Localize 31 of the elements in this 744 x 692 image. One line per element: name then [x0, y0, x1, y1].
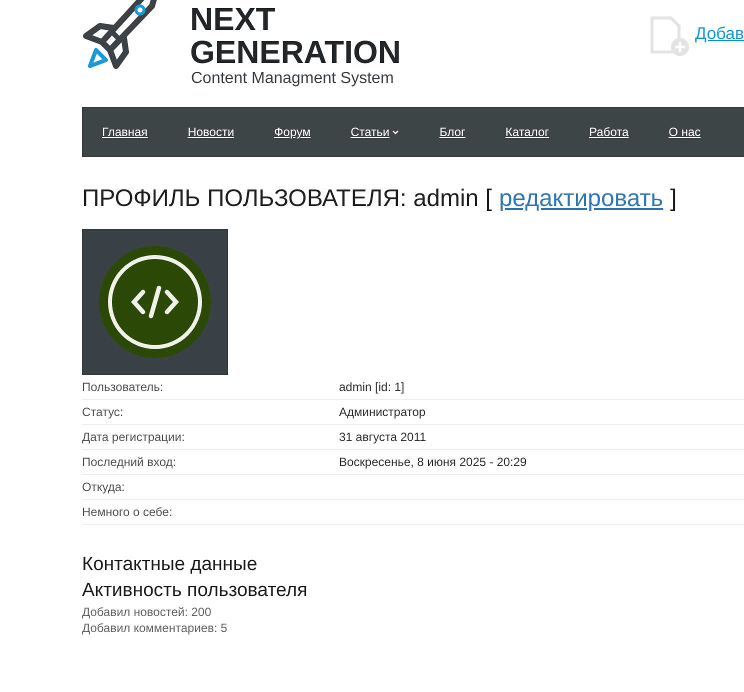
section-heading: Активность пользователя	[82, 579, 308, 603]
field-value: 31 августа 2011	[339, 429, 426, 446]
field-label: Статус:	[82, 404, 124, 421]
page-title: ПРОФИЛЬ ПОЛЬЗОВАТЕЛЯ: admin [	[82, 184, 492, 214]
nav-link[interactable]: Работа	[589, 123, 629, 141]
field-label: Пользователь:	[82, 379, 164, 396]
edit-link[interactable]: редактировать	[498, 183, 664, 215]
logo-text: NEXT	[190, 0, 276, 36]
field-label: Дата регистрации:	[82, 429, 186, 446]
nav-link[interactable]: Главная	[102, 123, 148, 141]
title-bracket: ]	[670, 184, 677, 214]
field-value: Администратор	[339, 404, 426, 421]
nav-link[interactable]: Форум	[274, 123, 311, 141]
nav-link[interactable]: Новости	[188, 123, 234, 141]
code-icon	[97, 244, 213, 360]
field-label: Немного о себе:	[82, 504, 174, 521]
chevron-down-icon	[392, 130, 400, 134]
nav-link[interactable]: Каталог	[505, 123, 550, 141]
nav-link[interactable]: О нас	[668, 123, 701, 141]
logo-tagline: Content Managment System	[191, 69, 395, 89]
field-value: admin [id: 1]	[339, 379, 404, 396]
field-label: Откуда:	[82, 479, 126, 496]
nav-link[interactable]: Блог	[439, 123, 466, 141]
field-label: Последний вход:	[82, 454, 178, 471]
section-heading: Контактные данные	[82, 553, 258, 577]
activity-stat: Добавил комментариев: 5	[82, 620, 228, 636]
add-file-icon[interactable]	[649, 15, 691, 57]
activity-stat: Добавил новостей: 200	[82, 604, 212, 620]
nav-link[interactable]: Статьи	[350, 123, 400, 141]
logo-text: GENERATION	[190, 35, 401, 69]
field-value: Воскресенье, 8 июня 2025 - 20:29	[339, 454, 527, 471]
